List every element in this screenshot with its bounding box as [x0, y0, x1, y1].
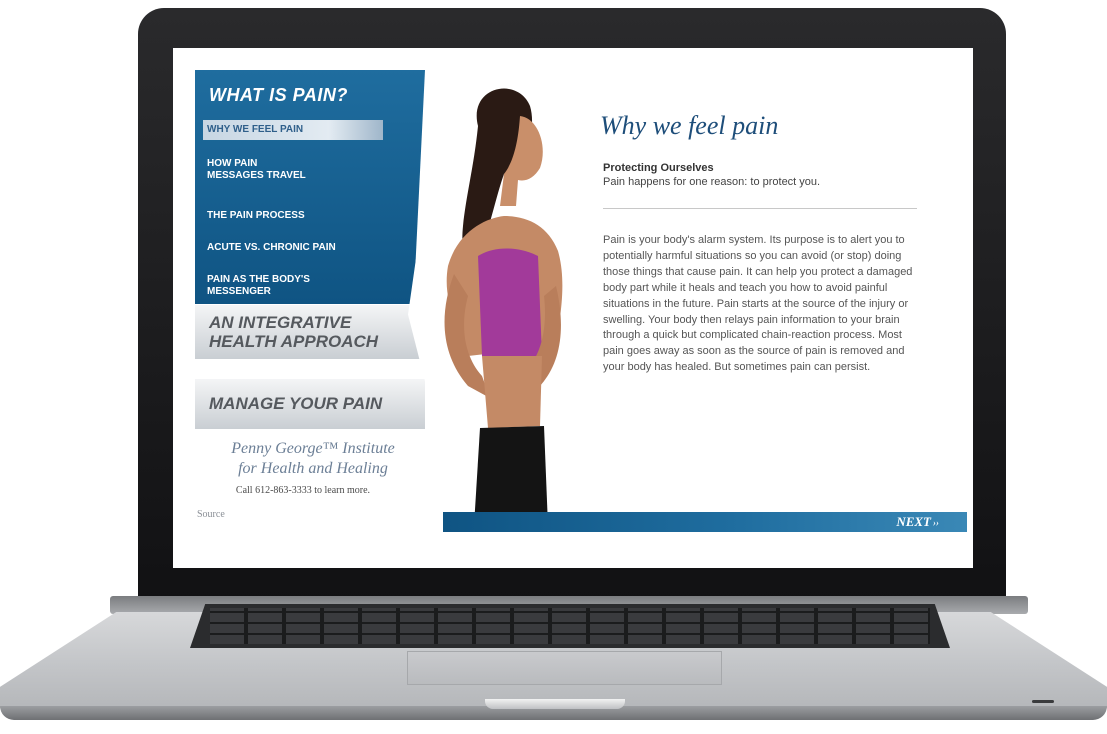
woman-back-pain-photo — [408, 56, 576, 526]
body-text: Pain is your body's alarm system. Its pu… — [603, 234, 913, 374]
institute-call: Call 612-863-3333 to learn more. — [235, 485, 371, 496]
bottom-bar: NEXT ›› — [443, 512, 967, 532]
section-integrative-health-label: AN INTEGRATIVE HEALTH APPROACH — [209, 313, 379, 351]
institute-block: Penny George™ Institute for Health and H… — [195, 437, 425, 532]
nav-panel: WHAT IS PAIN? WHY WE FEEL PAIN HOW PAIN … — [195, 70, 425, 304]
source-link[interactable]: Source — [197, 509, 225, 520]
section-subtext: Pain happens for one reason: to protect … — [603, 176, 821, 188]
next-button-label: NEXT — [896, 514, 931, 529]
laptop-keyboard — [190, 604, 950, 648]
nav-item-pain-as-messenger[interactable]: PAIN AS THE BODY'S MESSENGER — [207, 274, 397, 298]
double-chevron-right-icon: ›› — [933, 518, 939, 528]
page-heading: Why we feel pain — [600, 111, 779, 140]
institute-name[interactable]: Penny George™ Institute for Health and H… — [203, 439, 423, 479]
section-manage-your-pain-label: MANAGE YOUR PAIN — [209, 394, 383, 413]
nav-item-how-pain-messages-travel[interactable]: HOW PAIN MESSAGES TRAVEL — [207, 158, 397, 182]
nav-item-the-pain-process[interactable]: THE PAIN PROCESS — [207, 210, 397, 222]
section-manage-your-pain[interactable]: MANAGE YOUR PAIN — [195, 378, 425, 429]
laptop-screen: WHAT IS PAIN? WHY WE FEEL PAIN HOW PAIN … — [173, 48, 973, 568]
laptop-notch — [485, 699, 625, 709]
next-button[interactable]: NEXT ›› — [896, 514, 939, 530]
nav-item-why-we-feel-pain[interactable]: WHY WE FEEL PAIN — [203, 120, 383, 140]
section-subtitle: Protecting Ourselves — [603, 162, 714, 174]
sidebar: WHAT IS PAIN? WHY WE FEEL PAIN HOW PAIN … — [195, 70, 425, 532]
nav-item-acute-vs-chronic-pain[interactable]: ACUTE VS. CHRONIC PAIN — [207, 242, 397, 254]
nav-title: WHAT IS PAIN? — [209, 85, 348, 105]
section-integrative-health[interactable]: AN INTEGRATIVE HEALTH APPROACH — [195, 304, 425, 359]
divider — [603, 208, 917, 209]
laptop-status-led — [1032, 700, 1054, 703]
laptop-trackpad — [407, 651, 722, 685]
